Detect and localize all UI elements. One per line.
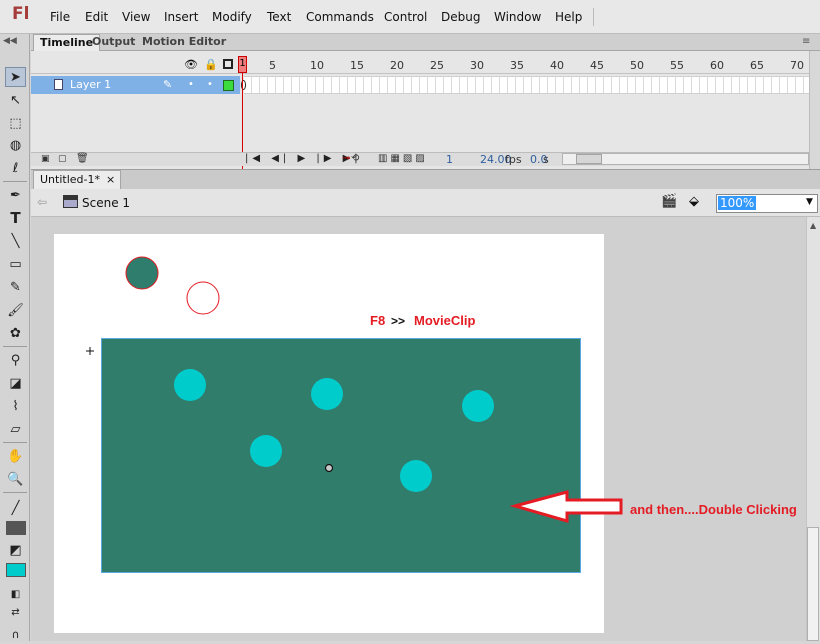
cyan-circle[interactable] — [400, 460, 432, 492]
stage-artwork — [86, 256, 623, 573]
cyan-circle[interactable] — [174, 369, 206, 401]
transform-point-icon[interactable] — [324, 463, 334, 473]
reference-outline-circle[interactable] — [186, 281, 220, 315]
annotation-f8: F8 — [370, 313, 386, 328]
registration-crosshair-icon — [86, 347, 94, 355]
scroll-up-icon[interactable]: ▲ — [810, 221, 816, 230]
cyan-circle[interactable] — [462, 390, 494, 422]
stage-vscroll-thumb[interactable] — [807, 527, 819, 641]
annotation-double-click: and then....Double Clicking — [630, 502, 797, 517]
reference-filled-circle[interactable] — [125, 256, 159, 290]
cyan-circle[interactable] — [250, 435, 282, 467]
movieclip-rectangle[interactable] — [101, 338, 581, 573]
annotation-movieclip: MovieClip — [414, 313, 476, 328]
cyan-circle[interactable] — [311, 378, 343, 410]
annotation-arrows: >> — [391, 314, 406, 328]
